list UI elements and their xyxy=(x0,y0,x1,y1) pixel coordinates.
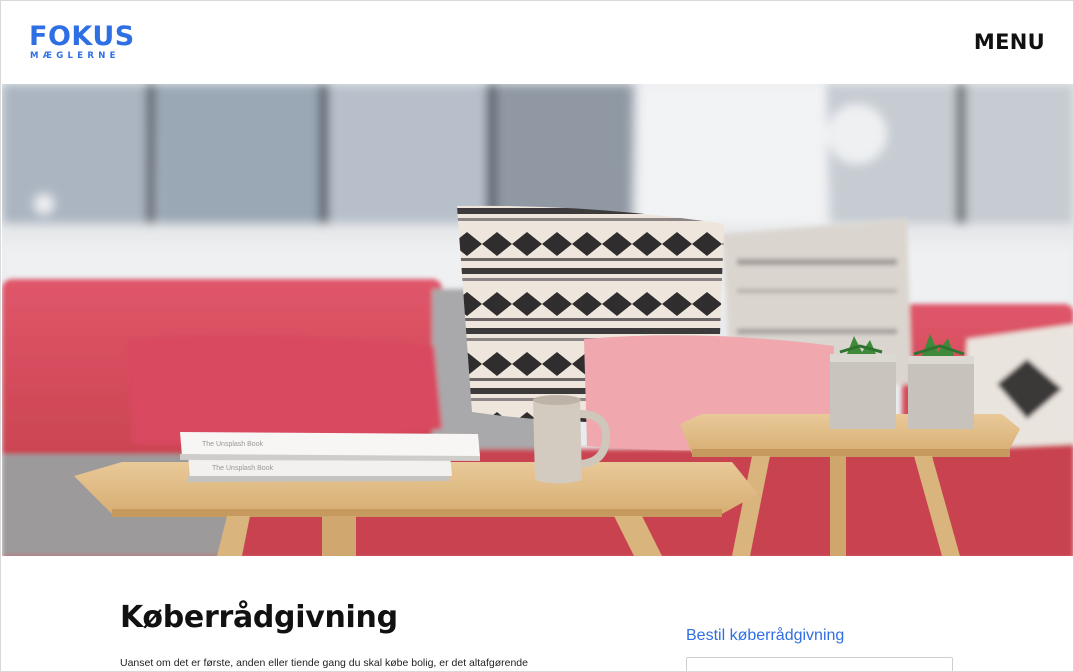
hero-photo-illustration: The Unsplash Book The Unsplash Book xyxy=(2,84,1073,556)
brand-logo-wordmark: FOKUS xyxy=(29,21,135,52)
brand-logo-tagline: MÆGLERNE xyxy=(30,51,120,61)
page-frame: FOKUS MÆGLERNE MENU The Unsplash Book Th… xyxy=(0,0,1074,672)
order-form-field[interactable] xyxy=(686,657,953,671)
intro-paragraph: Uanset om det er første, anden eller tie… xyxy=(120,657,528,669)
brand-logo[interactable]: FOKUS MÆGLERNE xyxy=(29,23,139,63)
page-title: Køberrådgivning xyxy=(120,600,398,635)
svg-text:The Unsplash Book: The Unsplash Book xyxy=(212,465,274,472)
site-header: FOKUS MÆGLERNE MENU xyxy=(1,1,1073,84)
order-buyer-advice-link[interactable]: Bestil køberrådgivning xyxy=(686,627,844,645)
svg-text:The Unsplash Book: The Unsplash Book xyxy=(202,441,264,448)
hero-image: The Unsplash Book The Unsplash Book xyxy=(2,84,1073,556)
main-content: Køberrådgivning Uanset om det er første,… xyxy=(1,556,1073,671)
menu-button[interactable]: MENU xyxy=(974,30,1045,54)
